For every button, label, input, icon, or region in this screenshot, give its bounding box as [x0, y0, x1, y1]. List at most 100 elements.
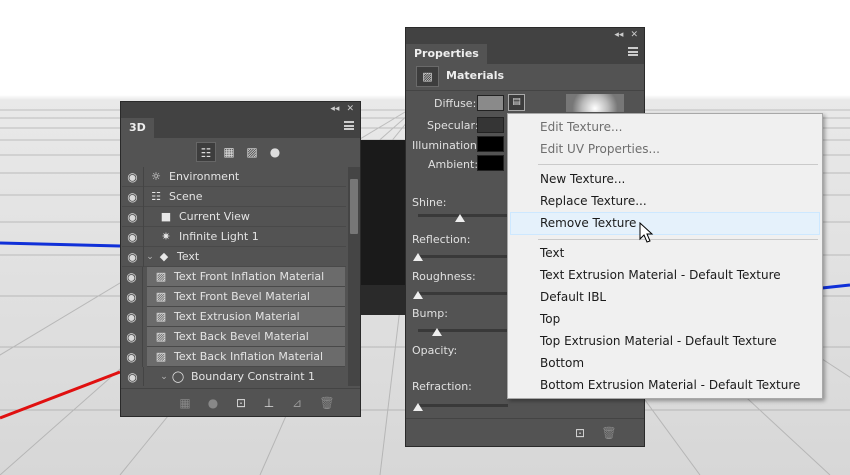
visibility-eye-icon[interactable]: ◉: [121, 346, 143, 367]
layer-row[interactable]: ◉ ▨ Text Extrusion Material: [126, 306, 345, 327]
menu-item[interactable]: Text: [540, 246, 564, 260]
drop-to-ground-icon[interactable]: ⊥: [259, 393, 279, 413]
visibility-eye-icon[interactable]: ◉: [122, 226, 144, 247]
add-object-icon[interactable]: ⊡: [231, 393, 251, 413]
mesh-icon: ◆: [159, 250, 169, 263]
visibility-eye-icon[interactable]: ◉: [122, 366, 144, 386]
collapse-icon[interactable]: ◂◂: [614, 30, 623, 40]
layer-row[interactable]: ◉ ✷ Infinite Light 1: [122, 226, 346, 247]
visibility-eye-icon[interactable]: ◉: [122, 206, 144, 227]
meshes-filter-icon[interactable]: ▦: [219, 142, 239, 162]
menu-item[interactable]: Edit UV Properties...: [540, 142, 660, 156]
layer-row[interactable]: ◉ ☷ Scene: [122, 186, 346, 207]
menu-item[interactable]: Replace Texture...: [540, 194, 647, 208]
texture-menu-icon[interactable]: ▤: [508, 94, 525, 111]
menu-item[interactable]: Bottom: [540, 356, 584, 370]
materials-icon: ▨: [416, 66, 439, 87]
reflection-slider-knob[interactable]: [413, 253, 423, 261]
expand-chevron-icon[interactable]: ⌄: [144, 252, 156, 262]
layer-scrollbar[interactable]: [348, 167, 360, 386]
layer-row[interactable]: ◉ ■ Current View: [122, 206, 346, 227]
reflection-slider[interactable]: [418, 255, 508, 258]
delete-icon[interactable]: 🗑: [317, 393, 337, 413]
roughness-slider-knob[interactable]: [413, 291, 423, 299]
panel-footer: ⊡ 🗑: [406, 418, 644, 440]
constraint-icon[interactable]: ⊿: [287, 393, 307, 413]
divider: [406, 90, 644, 91]
shine-slider-knob[interactable]: [455, 214, 465, 222]
menu-item[interactable]: Top: [540, 312, 560, 326]
add-light-icon[interactable]: ●: [203, 393, 223, 413]
lights-filter-icon[interactable]: ●: [265, 142, 285, 162]
material-icon: ▨: [155, 270, 167, 283]
material-icon: ▨: [155, 330, 167, 343]
visibility-eye-icon[interactable]: ◉: [122, 246, 144, 267]
illumination-label: Illumination:: [412, 139, 481, 152]
tab-3d[interactable]: 3D: [121, 118, 154, 138]
ambient-label: Ambient:: [428, 158, 479, 171]
visibility-eye-icon[interactable]: ◉: [121, 306, 143, 327]
specular-color-swatch[interactable]: [477, 117, 504, 133]
refraction-slider[interactable]: [418, 404, 508, 407]
menu-separator: [538, 239, 818, 240]
add-to-scene-icon[interactable]: ⊡: [570, 423, 590, 443]
layer-list: ◉ ☼ Environment ◉ ☷ Scene ◉ ■ Current View ◉ ✷ Infi…: [121, 167, 347, 386]
menu-item[interactable]: Remove Texture: [540, 216, 636, 230]
menu-item[interactable]: Default IBL: [540, 290, 606, 304]
camera-icon: ■: [160, 210, 172, 223]
scroll-thumb[interactable]: [350, 179, 358, 234]
layer-row[interactable]: ◉ ▨ Text Back Bevel Material: [126, 326, 345, 347]
visibility-eye-icon[interactable]: ◉: [121, 326, 143, 347]
bump-slider-knob[interactable]: [432, 328, 442, 336]
tab-bar: 3D: [121, 116, 360, 138]
mouse-cursor-icon: [639, 222, 654, 243]
panel-menu-icon[interactable]: [628, 47, 638, 56]
whole-scene-filter-icon[interactable]: ☷: [196, 142, 216, 162]
expand-chevron-icon[interactable]: ⌄: [158, 372, 170, 382]
visibility-eye-icon[interactable]: ◉: [122, 186, 144, 207]
refraction-slider-knob[interactable]: [413, 403, 423, 411]
materials-filter-icon[interactable]: ▨: [242, 142, 262, 162]
layer-label: Text Extrusion Material: [174, 310, 300, 323]
panel-menu-icon[interactable]: [344, 121, 354, 130]
layer-label: Text Front Bevel Material: [174, 290, 310, 303]
layer-label: Boundary Constraint 1: [191, 370, 315, 383]
delete-icon[interactable]: 🗑: [599, 423, 619, 443]
layer-label: Text Front Inflation Material: [174, 270, 325, 283]
visibility-eye-icon[interactable]: ◉: [122, 167, 144, 187]
close-icon[interactable]: ✕: [346, 104, 354, 114]
menu-item[interactable]: Top Extrusion Material - Default Texture: [540, 334, 777, 348]
layer-row[interactable]: ◉ ⌄ ◯ Boundary Constraint 1: [122, 366, 346, 386]
tab-properties[interactable]: Properties: [406, 44, 487, 64]
material-preview[interactable]: [566, 94, 624, 112]
collapse-icon[interactable]: ◂◂: [330, 104, 339, 114]
layer-row[interactable]: ◉ ⌄ ◆ Text: [122, 246, 346, 267]
layer-row[interactable]: ◉ ▨ Text Front Inflation Material: [126, 266, 345, 287]
menu-item[interactable]: Bottom Extrusion Material - Default Text…: [540, 378, 800, 392]
render-icon[interactable]: ▦: [175, 393, 195, 413]
material-icon: ▨: [155, 310, 167, 323]
shine-label: Shine:: [412, 196, 447, 209]
roughness-label: Roughness:: [412, 270, 476, 283]
visibility-eye-icon[interactable]: ◉: [121, 266, 143, 287]
diffuse-color-swatch[interactable]: [477, 95, 504, 111]
3d-panel: ◂◂ ✕ 3D ☷ ▦ ▨ ● ◉ ☼ Environment ◉ ☷ Scene ◉ ■ Cu…: [120, 101, 361, 417]
material-icon: ▨: [155, 290, 167, 303]
layer-label: Infinite Light 1: [179, 230, 259, 243]
illumination-color-swatch[interactable]: [477, 136, 504, 152]
section-title: Materials: [446, 69, 505, 82]
roughness-slider[interactable]: [418, 292, 508, 295]
ambient-color-swatch[interactable]: [477, 155, 504, 171]
layer-row[interactable]: ◉ ▨ Text Front Bevel Material: [126, 286, 345, 307]
material-icon: ▨: [155, 350, 167, 363]
menu-item[interactable]: Edit Texture...: [540, 120, 622, 134]
menu-item[interactable]: Text Extrusion Material - Default Textur…: [540, 268, 781, 282]
layer-row[interactable]: ◉ ▨ Text Back Inflation Material: [126, 346, 345, 367]
menu-item[interactable]: New Texture...: [540, 172, 625, 186]
diffuse-label: Diffuse:: [434, 97, 477, 110]
constraint-icon: ◯: [171, 370, 185, 383]
layer-label: Scene: [169, 190, 203, 203]
layer-row[interactable]: ◉ ☼ Environment: [122, 167, 346, 187]
close-icon[interactable]: ✕: [630, 30, 638, 40]
visibility-eye-icon[interactable]: ◉: [121, 286, 143, 307]
